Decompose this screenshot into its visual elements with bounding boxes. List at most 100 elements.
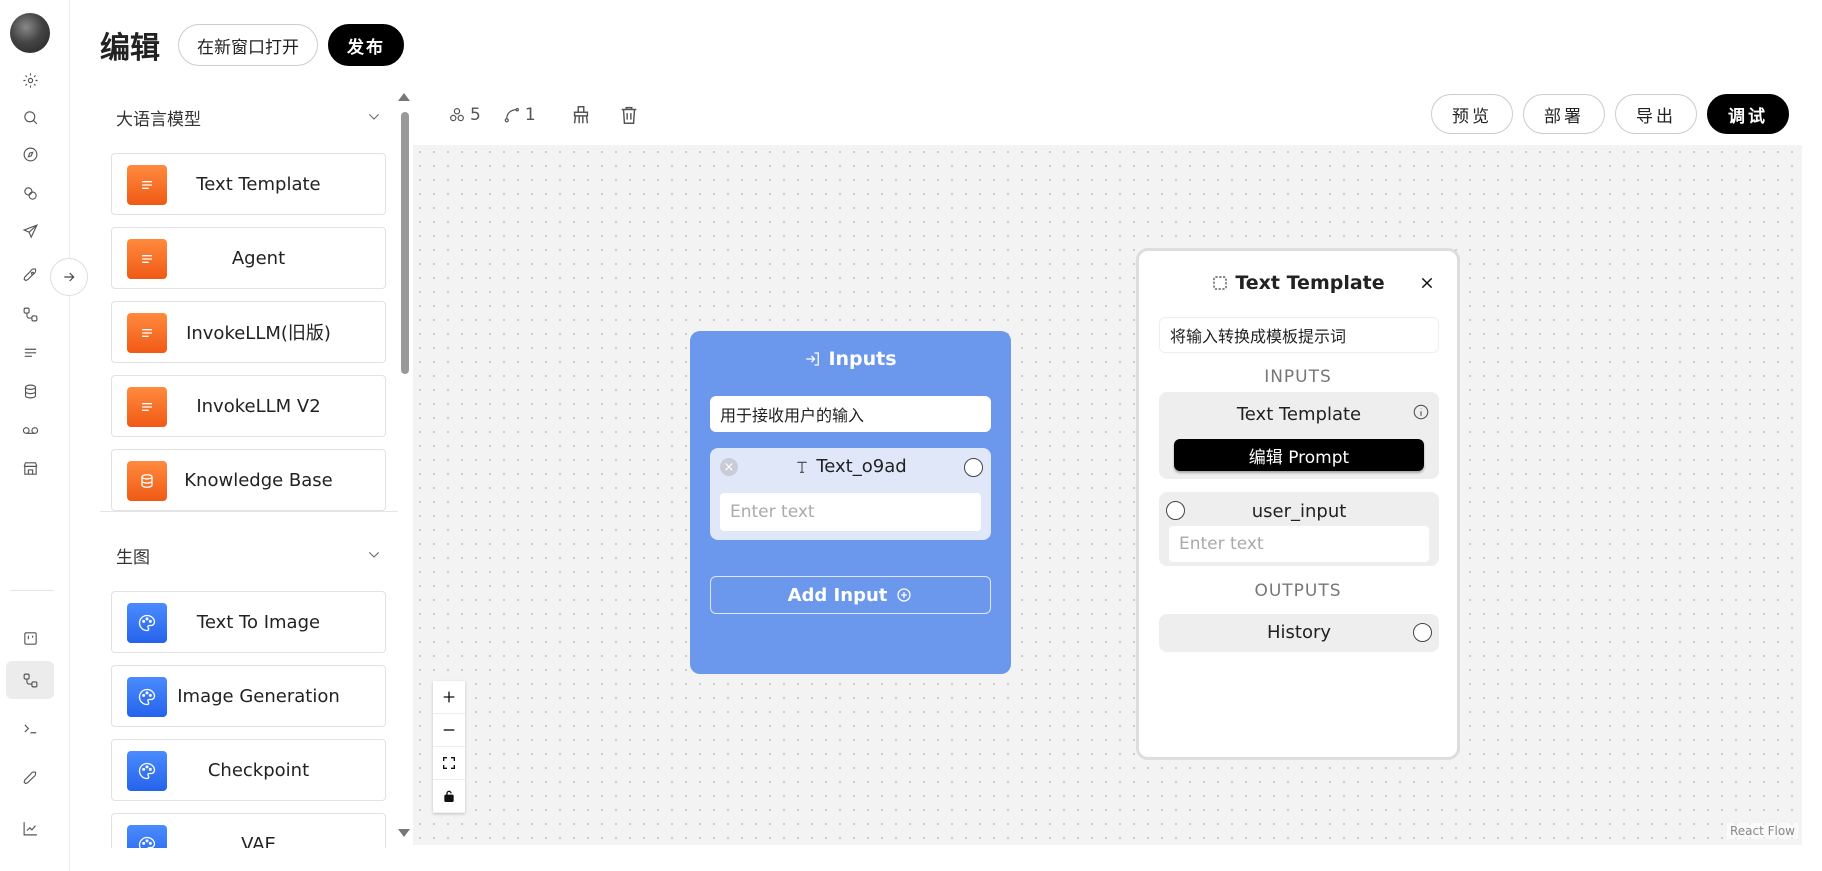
text-lines-icon	[127, 313, 167, 353]
coins-icon[interactable]	[20, 183, 40, 203]
fit-view-button[interactable]	[433, 747, 465, 780]
template-label: Text Template	[1236, 404, 1362, 425]
settings-icon[interactable]	[20, 70, 40, 90]
inputs-node-title: Inputs	[828, 348, 897, 370]
text-template-node-title: Text Template	[1235, 272, 1385, 294]
trash-icon	[621, 106, 636, 124]
inputs-node-description[interactable]: 用于接收用户的输入	[710, 396, 991, 432]
history-output-box: History	[1159, 614, 1439, 652]
user-input-text-field[interactable]: Enter text	[1169, 526, 1429, 562]
delete-button[interactable]	[616, 102, 642, 128]
publish-button[interactable]: 发布	[328, 24, 404, 66]
edit-prompt-button[interactable]: 编辑 Prompt	[1174, 439, 1424, 471]
info-icon[interactable]	[1412, 403, 1430, 421]
palette-icon	[127, 751, 167, 791]
clean-button[interactable]	[568, 102, 594, 128]
store-icon[interactable]	[20, 458, 40, 478]
text-template-description[interactable]: 将输入转换成模板提示词	[1159, 317, 1439, 353]
nodes-icon	[450, 108, 464, 122]
component-card-checkpoint[interactable]: Checkpoint	[111, 739, 386, 801]
text-lines-icon[interactable]	[20, 343, 40, 363]
rocket-launch-icon[interactable]	[20, 768, 40, 788]
arrow-right-icon	[64, 272, 75, 282]
node-count: 5	[448, 105, 481, 125]
icon-rail	[0, 0, 70, 871]
database-icon	[127, 461, 167, 501]
app-root: 编辑 在新窗口打开 发布 大语言模型 Text Template Agent I…	[0, 0, 1822, 871]
category-image-gen[interactable]: 生图	[100, 531, 398, 579]
react-flow-attribution[interactable]: React Flow	[1726, 823, 1798, 839]
lock-button[interactable]	[433, 780, 465, 813]
brush-clean-icon	[573, 106, 588, 124]
flow-canvas[interactable]: Inputs 用于接收用户的输入 × Text_o9ad Enter text …	[413, 145, 1802, 845]
add-input-label: Add Input	[787, 584, 888, 606]
scroll-down-arrow[interactable]	[398, 829, 410, 837]
palette-icon	[127, 603, 167, 643]
scroll-up-arrow[interactable]	[398, 93, 410, 101]
history-label: History	[1266, 622, 1332, 643]
field-name: Text_o9ad	[710, 456, 991, 477]
edge-count: 1	[503, 105, 536, 125]
close-node-button[interactable]	[1417, 273, 1437, 293]
export-button[interactable]: 导出	[1615, 94, 1697, 134]
page-header: 编辑 在新窗口打开 发布	[100, 22, 404, 68]
terminal-icon[interactable]	[20, 718, 40, 738]
output-handle[interactable]	[964, 458, 983, 477]
search-icon[interactable]	[20, 107, 40, 127]
zoom-out-button[interactable]	[433, 714, 465, 747]
component-card-image-generation[interactable]: Image Generation	[111, 665, 386, 727]
send-icon[interactable]	[20, 221, 40, 241]
category-divider	[100, 511, 398, 512]
expand-sidebar-button[interactable]	[50, 258, 88, 296]
add-input-button[interactable]: Add Input	[710, 576, 991, 614]
text-template-node-header: Text Template	[1139, 272, 1457, 294]
text-lines-icon	[127, 165, 167, 205]
chart-icon[interactable]	[20, 818, 40, 838]
avatar[interactable]	[10, 13, 50, 53]
rail-divider	[10, 590, 54, 591]
text-template-node[interactable]: Text Template 将输入转换成模板提示词 INPUTS Text Te…	[1136, 248, 1460, 760]
component-card-invokellm-v2[interactable]: InvokeLLM V2	[111, 375, 386, 437]
history-output-handle[interactable]	[1413, 623, 1432, 642]
category-label: 大语言模型	[116, 109, 201, 130]
component-card-text-template[interactable]: Text Template	[111, 153, 386, 215]
dashed-square-icon	[1213, 276, 1227, 290]
template-input-box: Text Template 编辑 Prompt	[1159, 392, 1439, 479]
zoom-in-button[interactable]	[433, 681, 465, 714]
palette-icon	[127, 825, 167, 848]
outputs-section-label: OUTPUTS	[1254, 581, 1342, 601]
open-new-window-button[interactable]: 在新窗口打开	[178, 24, 318, 66]
component-card-text-to-image[interactable]: Text To Image	[111, 591, 386, 653]
edge-count-value: 1	[524, 105, 536, 125]
component-card-agent[interactable]: Agent	[111, 227, 386, 289]
chevron-down-icon	[368, 551, 380, 558]
plus-icon	[443, 691, 455, 703]
rocket-icon[interactable]	[20, 265, 40, 285]
field-text-input[interactable]: Enter text	[720, 493, 981, 531]
scrollbar-thumb[interactable]	[401, 112, 409, 374]
board-icon[interactable]	[20, 628, 40, 648]
database-icon[interactable]	[20, 381, 40, 401]
text-lines-icon	[127, 239, 167, 279]
workflow-active-icon[interactable]	[20, 670, 40, 690]
component-card-invokellm-legacy[interactable]: InvokeLLM(旧版)	[111, 301, 386, 363]
component-card-knowledge-base[interactable]: Knowledge Base	[111, 449, 386, 511]
voicemail-icon[interactable]	[20, 420, 40, 440]
fit-view-icon	[443, 757, 455, 769]
debug-button[interactable]: 调试	[1707, 94, 1789, 134]
category-llm[interactable]: 大语言模型	[100, 93, 398, 141]
deploy-button[interactable]: 部署	[1523, 94, 1605, 134]
lock-icon	[444, 790, 454, 802]
user-input-box: user_input Enter text	[1159, 492, 1439, 566]
component-card-vae[interactable]: VAE	[111, 813, 386, 848]
inputs-node[interactable]: Inputs 用于接收用户的输入 × Text_o9ad Enter text …	[690, 331, 1011, 674]
compass-icon[interactable]	[20, 144, 40, 164]
user-input-label: user_input	[1251, 501, 1347, 522]
plus-circle-icon	[897, 588, 912, 602]
text-lines-icon	[127, 387, 167, 427]
workflow-icon[interactable]	[20, 304, 40, 324]
preview-button[interactable]: 预览	[1431, 94, 1513, 134]
canvas-actions: 预览 部署 导出 调试	[1431, 94, 1789, 134]
chevron-down-icon	[368, 113, 380, 120]
close-icon	[1421, 277, 1433, 289]
